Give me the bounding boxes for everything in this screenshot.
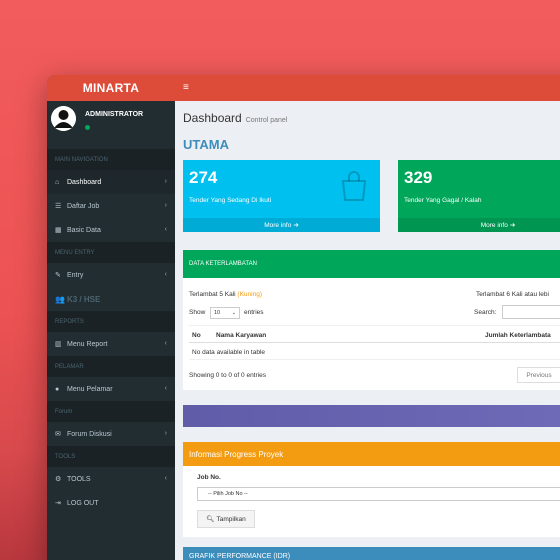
home-icon: ⌂ xyxy=(55,178,60,186)
section-forum: Forum xyxy=(47,401,175,422)
page-title: Dashboard Control panel xyxy=(183,111,288,125)
chevron-right-icon: › xyxy=(164,430,167,437)
section-pelamar: PELAMAR xyxy=(47,356,175,377)
edit-icon: ✎ xyxy=(55,272,61,279)
show-label: Show xyxy=(189,309,206,316)
comments-icon: ✉ xyxy=(55,431,61,438)
section-heading: UTAMA xyxy=(183,137,229,152)
sidebar-item-entry[interactable]: ✎ Entry ‹ xyxy=(47,263,175,287)
section-tools: TOOLS xyxy=(47,446,175,467)
sidebar-item-forum-diskusi[interactable]: ✉ Forum Diskusi › xyxy=(47,422,175,446)
column-header-name[interactable]: Nama Karyawan xyxy=(216,332,266,339)
entries-select[interactable]: 10 ⌄ xyxy=(210,307,240,319)
more-info-link[interactable]: More info ➔ xyxy=(183,218,380,232)
users-icon: 👥 xyxy=(55,294,65,304)
column-header-count[interactable]: Jumlah Keterlambata xyxy=(485,332,551,339)
section-reports: REPORTS xyxy=(47,311,175,332)
main-content: Dashboard Control panel UTAMA 274 Tender … xyxy=(175,101,560,560)
empty-table-message: No data available in table xyxy=(192,349,265,356)
online-status-dot xyxy=(85,125,90,130)
sidebar: MINARTA ADMINISTRATOR MAIN NAVIGATION ⌂ … xyxy=(47,75,175,560)
chevron-left-icon: ‹ xyxy=(164,271,167,278)
app-window: MINARTA ADMINISTRATOR MAIN NAVIGATION ⌂ … xyxy=(47,75,560,560)
bar-chart-icon: ▥ xyxy=(55,341,62,348)
sidebar-item-logout[interactable]: ⇥ LOG OUT xyxy=(47,491,175,515)
panel-title: DATA KETERLAMBATAN xyxy=(183,250,560,278)
sidebar-item-menu-report[interactable]: ▥ Menu Report ‹ xyxy=(47,332,175,356)
more-info-link[interactable]: More info ➔ xyxy=(398,218,560,232)
search-input[interactable] xyxy=(502,305,560,319)
user-name: ADMINISTRATOR xyxy=(85,111,144,118)
page-subtitle: Control panel xyxy=(245,117,288,124)
hamburger-menu-icon[interactable]: ≡ xyxy=(183,82,189,93)
app-logo[interactable]: MINARTA xyxy=(47,75,175,101)
user-panel: ADMINISTRATOR xyxy=(47,101,175,149)
table-info: Showing 0 to 0 of 0 entries xyxy=(189,372,266,379)
list-icon: ☰ xyxy=(55,203,62,210)
stat-label: Tender Yang Gagal / Kalah xyxy=(404,197,482,204)
sidebar-item-basic-data[interactable]: ▦ Basic Data ‹ xyxy=(47,218,175,242)
entries-label: entries xyxy=(244,309,264,316)
stat-value: 329 xyxy=(404,168,433,187)
chevron-left-icon: ‹ xyxy=(164,385,167,392)
stat-value: 274 xyxy=(189,168,218,187)
tampilkan-button[interactable]: 🔍︎ Tampilkan xyxy=(197,510,255,528)
chevron-down-icon: ⌄ xyxy=(231,310,236,316)
grid-icon: ▦ xyxy=(55,227,62,234)
search-icon: 🔍︎ xyxy=(206,516,215,523)
stat-box-tender-gagal: 329 Tender Yang Gagal / Kalah More info … xyxy=(398,160,560,232)
gears-icon: ⚙ xyxy=(55,476,62,483)
sidebar-item-k3-hse[interactable]: 👥 K3 / HSE xyxy=(47,287,175,311)
stat-label: Tender Yang Sedang Di Ikuti xyxy=(189,197,272,204)
chevron-left-icon: ‹ xyxy=(164,475,167,482)
chevron-left-icon: ‹ xyxy=(164,226,167,233)
purple-panel-header xyxy=(183,405,560,427)
section-main-navigation: MAIN NAVIGATION xyxy=(47,149,175,170)
sidebar-item-menu-pelamar[interactable]: ● Menu Pelamar ‹ xyxy=(47,377,175,401)
avatar xyxy=(51,106,76,131)
sidebar-item-dashboard[interactable]: ⌂ Dashboard › xyxy=(47,170,175,194)
arrow-circle-right-icon: ➔ xyxy=(509,222,516,229)
sidebar-item-tools[interactable]: ⚙ TOOLS ‹ xyxy=(47,467,175,491)
search-label: Search: xyxy=(474,309,497,316)
sidebar-item-daftar-job[interactable]: ☰ Daftar Job › xyxy=(47,194,175,218)
chevron-right-icon: › xyxy=(164,202,167,209)
grafik-performance-header: GRAFIK PERFORMANCE (IDR) xyxy=(183,547,560,560)
panel-title: Informasi Progress Proyek xyxy=(183,442,560,466)
shopping-bag-icon xyxy=(341,171,367,201)
job-no-select[interactable]: -- Pilih Job No -- xyxy=(197,487,560,501)
section-menu-entry: MENU ENTRY xyxy=(47,242,175,263)
chevron-right-icon: › xyxy=(164,178,167,185)
column-header-no[interactable]: No xyxy=(192,332,201,339)
stat-box-tender-diikuti: 274 Tender Yang Sedang Di Ikuti More inf… xyxy=(183,160,380,232)
user-icon: ● xyxy=(55,385,60,393)
late-5-times-label: Terlambat 5 Kali (Kuning) xyxy=(189,291,262,298)
arrow-circle-right-icon: ➔ xyxy=(293,222,299,229)
sign-out-icon: ⇥ xyxy=(55,500,61,507)
late-data-panel: DATA KETERLAMBATAN Terlambat 5 Kali (Kun… xyxy=(183,250,560,390)
top-navbar: ≡ xyxy=(175,75,560,101)
chevron-left-icon: ‹ xyxy=(164,340,167,347)
late-6-times-label: Terlambat 6 Kali atau lebi xyxy=(476,291,549,298)
job-no-label: Job No. xyxy=(197,474,221,481)
previous-page-button[interactable]: Previous xyxy=(517,367,560,383)
progress-panel: Informasi Progress Proyek Job No. -- Pil… xyxy=(183,442,560,537)
